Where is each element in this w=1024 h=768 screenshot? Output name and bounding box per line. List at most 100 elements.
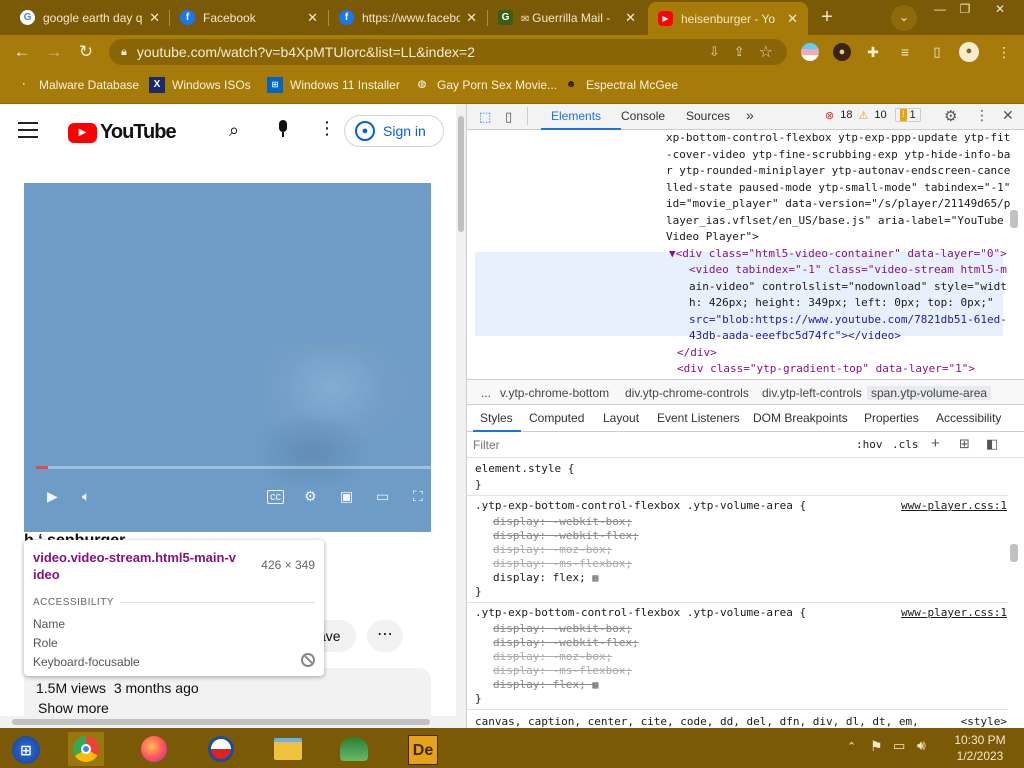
dom-line[interactable]: layer_ias.vflset/en_US/base.js" aria-lab… — [666, 213, 1004, 230]
class-toggle[interactable]: .cls — [892, 438, 919, 451]
dom-line[interactable]: <div class="ytp-gradient-top" data-layer… — [677, 361, 975, 378]
more-actions-icon[interactable]: ⋯ — [367, 620, 403, 652]
dom-line[interactable]: Video Player"> — [666, 229, 759, 246]
bookmark-malware-database[interactable]: · Malware Database — [16, 77, 139, 93]
dom-line[interactable]: id="movie_player" data-version="/s/playe… — [666, 196, 1010, 213]
lock-icon[interactable]: 🔒︎ — [121, 46, 127, 59]
extensions-puzzle-icon[interactable]: ✚ — [864, 43, 882, 61]
settings-kebab-icon[interactable]: ⋮ — [318, 118, 336, 139]
page-scrollbar-track[interactable] — [456, 104, 466, 728]
media-control-icon[interactable]: ≡ — [896, 43, 914, 61]
flexbox-editor-icon[interactable]: ▦ — [592, 573, 598, 584]
styles-pane[interactable]: element.style { } .ytp-exp-bottom-contro… — [467, 458, 1024, 728]
breadcrumb-item[interactable]: v.ytp-chrome-bottom — [500, 386, 609, 400]
subtab-dom-breakpoints[interactable]: DOM Breakpoints — [753, 411, 848, 425]
style-declaration[interactable]: display: -ms-flexbox; — [493, 664, 632, 678]
dom-tree[interactable]: xp-bottom-control-flexbox ytp-exp-ppp-up… — [467, 130, 1024, 379]
new-style-rule-icon[interactable]: + — [931, 435, 940, 452]
clock[interactable]: 10:30 PM 1/2/2023 — [946, 732, 1014, 764]
bookmark-movie[interactable]: ◍ Gay Porn Sex Movie... — [414, 77, 557, 93]
show-hidden-icons[interactable]: ⌃ — [847, 740, 856, 753]
issues-button[interactable]: ! 1 — [895, 108, 921, 122]
breadcrumb-item[interactable]: div.ytp-left-controls — [762, 386, 862, 400]
profile-avatar-icon[interactable]: ● — [959, 42, 979, 62]
new-tab-button[interactable]: + — [815, 6, 839, 30]
minimize-button[interactable]: — — [927, 2, 953, 18]
bookmark-windows-11-installer[interactable]: ⊞ Windows 11 Installer — [267, 77, 400, 93]
close-window-button[interactable]: ✕ — [987, 2, 1013, 18]
share-icon[interactable]: ⇪ — [734, 44, 745, 60]
obama-logo-icon[interactable] — [203, 732, 239, 766]
start-button-icon[interactable]: ⊞ — [8, 732, 44, 766]
device-toolbar-icon[interactable]: ▯ — [505, 109, 512, 125]
style-declaration-active[interactable]: display: flex; ▦ — [493, 571, 598, 586]
dom-scrollbar-thumb[interactable] — [1010, 210, 1018, 228]
tab-guerrilla-mail[interactable]: G ✉ Guerrilla Mail - ✕ — [488, 4, 646, 31]
tab-google[interactable]: G google earth day q ✕ — [10, 4, 170, 31]
style-declaration[interactable]: display: -webkit-box; — [493, 622, 632, 636]
extension-avatar-icon[interactable]: ● — [833, 43, 851, 61]
microphone-icon[interactable] — [276, 120, 290, 140]
side-panel-icon[interactable]: ▯ — [928, 43, 946, 61]
firefox-icon[interactable] — [136, 732, 172, 766]
tab-search-button[interactable]: ⌄ — [891, 5, 917, 31]
close-devtools-icon[interactable]: ✕ — [1002, 107, 1014, 124]
search-icon[interactable]: ⌕ — [229, 120, 239, 141]
toggle-sidebar-icon[interactable]: ◧ — [986, 436, 998, 452]
fullscreen-icon[interactable]: ⛶ — [413, 488, 423, 505]
close-icon[interactable]: ✕ — [307, 10, 318, 26]
flexbox-editor-icon[interactable]: ▦ — [592, 680, 598, 691]
dom-line[interactable]: h: 426px; height: 349px; left: 0px; top:… — [689, 295, 994, 312]
devtools-menu-icon[interactable]: ⋮ — [975, 107, 989, 124]
style-declaration[interactable]: display: -webkit-flex; — [493, 636, 639, 650]
close-icon[interactable]: ✕ — [466, 10, 477, 26]
tab-console[interactable]: Console — [621, 109, 665, 123]
menu-kebab-icon[interactable]: ⋮ — [995, 43, 1013, 61]
dom-line[interactable]: </div> — [677, 345, 717, 362]
breadcrumb-overflow[interactable]: ... — [481, 386, 491, 400]
toggle-element-state-icon[interactable]: ⊞ — [959, 436, 970, 452]
styles-filter-input[interactable] — [473, 435, 833, 455]
subtab-layout[interactable]: Layout — [603, 411, 639, 425]
dom-line[interactable]: lled-state paused-mode ytp-small-mode" t… — [666, 180, 1010, 197]
dom-line[interactable]: xp-bottom-control-flexbox ytp-exp-ppp-up… — [666, 130, 1010, 147]
close-icon[interactable]: ✕ — [625, 10, 636, 26]
subtab-styles[interactable]: Styles — [480, 411, 513, 425]
subtab-accessibility[interactable]: Accessibility — [936, 411, 1001, 425]
forward-button[interactable]: → — [42, 41, 66, 63]
style-declaration[interactable]: display: -moz-box; — [493, 543, 612, 557]
volume-icon[interactable]: 🔈︎ — [82, 488, 90, 505]
tab-facebook[interactable]: f Facebook ✕ — [170, 4, 328, 31]
style-declaration[interactable]: display: flex; ▦ — [493, 678, 598, 693]
reload-button[interactable]: ↻ — [74, 41, 98, 63]
style-line[interactable]: element.style { — [475, 462, 574, 476]
dom-line[interactable]: r ytp-rounded-miniplayer ytp-autonav-end… — [666, 163, 1010, 180]
subtab-properties[interactable]: Properties — [864, 411, 919, 425]
extension-flag-icon[interactable] — [801, 43, 819, 61]
dom-line[interactable]: ain-video" controlslist="nodownload" sty… — [689, 279, 1007, 296]
youtube-logo[interactable]: ▶ YouTube — [68, 121, 177, 144]
bookmark-windows-isos[interactable]: X Windows ISOs — [149, 77, 251, 93]
settings-gear-icon[interactable]: ⚙ — [944, 107, 957, 125]
subtab-event-listeners[interactable]: Event Listeners — [657, 411, 740, 425]
tab-sources[interactable]: Sources — [686, 109, 730, 123]
chrome-taskbar-icon[interactable] — [68, 732, 104, 766]
styles-scrollbar-thumb[interactable] — [1010, 544, 1018, 562]
close-icon[interactable]: ✕ — [787, 11, 798, 27]
install-app-icon[interactable]: ⇩ — [709, 44, 720, 60]
sign-in-button[interactable]: ● Sign in — [344, 115, 444, 147]
dom-line-selected[interactable]: <video tabindex="-1" class="video-stream… — [689, 262, 1007, 279]
back-button[interactable]: ← — [10, 41, 34, 63]
breadcrumb-item[interactable]: div.ytp-chrome-controls — [625, 386, 749, 400]
show-more-link[interactable]: Show more — [38, 700, 109, 716]
style-declaration[interactable]: display: -ms-flexbox; — [493, 557, 632, 571]
style-source-link[interactable]: www-player.css:1 — [901, 499, 1007, 512]
tab-heisenburger-youtube[interactable]: ▶ heisenburger - Yo ✕ — [648, 2, 808, 35]
style-declaration[interactable]: display: -webkit-flex; — [493, 529, 639, 543]
address-bar[interactable]: 🔒︎ youtube.com/watch?v=b4XpMTUlorc&list=… — [109, 39, 787, 65]
flag-icon[interactable]: ⚑ — [870, 738, 883, 755]
video-progress-bar[interactable] — [36, 466, 431, 469]
theater-mode-icon[interactable]: ▭ — [376, 488, 389, 505]
dom-line[interactable]: ▼<div class="html5-video-container" data… — [669, 246, 1007, 263]
style-selector[interactable]: .ytp-exp-bottom-control-flexbox .ytp-vol… — [475, 499, 806, 513]
